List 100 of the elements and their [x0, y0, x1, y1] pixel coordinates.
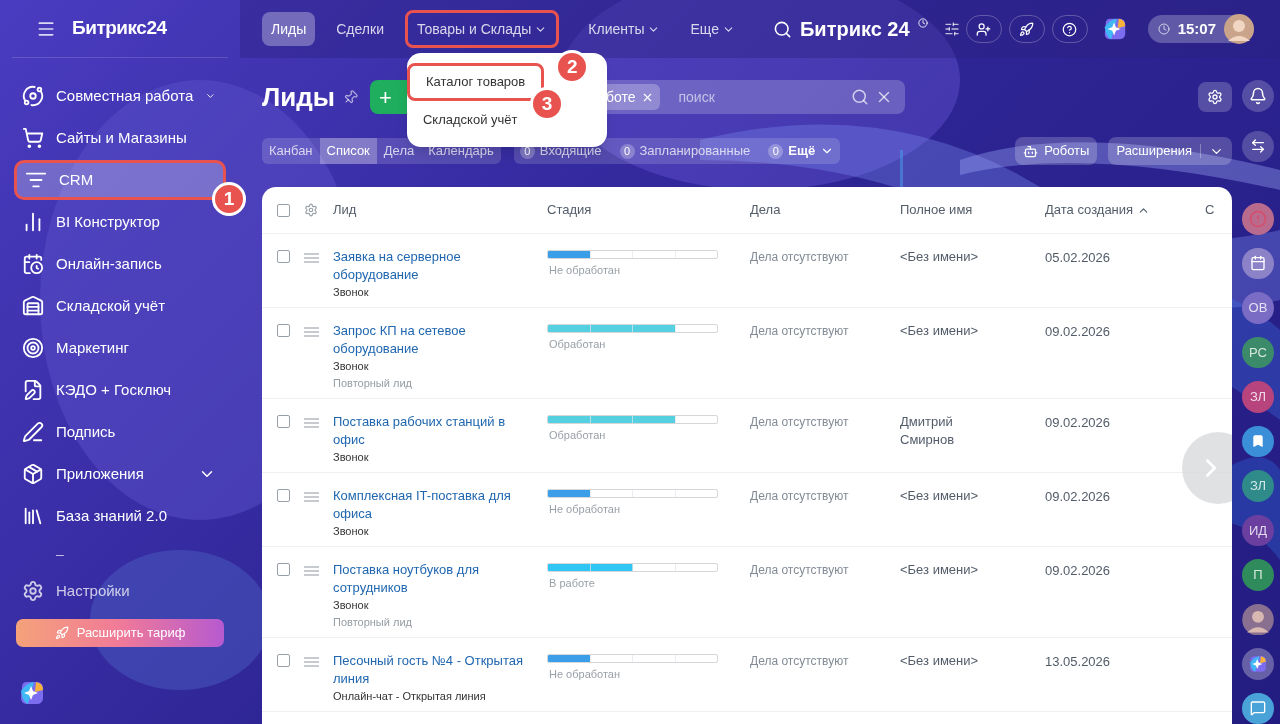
calendar-icon	[22, 253, 44, 275]
messages-button[interactable]	[1242, 692, 1274, 724]
checkbox[interactable]	[277, 324, 290, 337]
copilot-button[interactable]	[1242, 648, 1274, 680]
column-header[interactable]: Стадия	[547, 200, 750, 220]
logo[interactable]: Битрикс24	[72, 14, 167, 43]
drag-handle-icon[interactable]	[304, 418, 319, 428]
column-header[interactable]: Лид	[333, 200, 547, 220]
drag-handle-icon[interactable]	[304, 657, 319, 667]
sidebar-item[interactable]: CRM	[14, 160, 226, 200]
stage-bar[interactable]	[547, 415, 718, 424]
sparkle-logo-icon[interactable]	[18, 679, 46, 707]
view-tab[interactable]: Дела	[376, 138, 422, 164]
settings-button[interactable]	[1198, 82, 1232, 112]
nav-tab[interactable]: Товары и Склады	[404, 10, 560, 48]
stage-label: Обработан	[549, 428, 607, 443]
alert-button[interactable]	[1242, 203, 1274, 235]
sparkle-logo-icon[interactable]	[1248, 653, 1268, 674]
lead-title-link[interactable]: Поставка рабочих станций в офис	[333, 413, 539, 449]
nav-tab[interactable]: Еще	[681, 12, 744, 46]
settings-icon	[1207, 89, 1223, 105]
lead-title-link[interactable]: Заявка на серверное оборудование	[333, 248, 539, 284]
sidebar-item[interactable]: База знаний 2.0	[14, 496, 226, 536]
bookmark-button[interactable]	[1242, 425, 1274, 457]
checkbox[interactable]	[277, 563, 290, 576]
view-tab[interactable]: Список	[319, 138, 377, 164]
chat-avatar[interactable]: РС	[1242, 336, 1274, 368]
checkbox[interactable]	[277, 415, 290, 428]
chat-avatar[interactable]: П	[1242, 559, 1274, 591]
lead-title-link[interactable]: Поставка ноутбуков для сотрудников	[333, 561, 539, 597]
table-cell-text: <Без имени>	[900, 561, 980, 579]
stage-bar[interactable]	[547, 489, 718, 498]
counter-filter[interactable]: 0 Ещё	[768, 141, 835, 161]
chat-avatar[interactable]: ЗЛ	[1242, 470, 1274, 502]
nav-tab[interactable]: Сделки	[327, 12, 393, 46]
checkbox[interactable]	[277, 250, 290, 263]
lead-title-link[interactable]: Комплексная IT-поставка для офиса	[333, 487, 539, 523]
checkbox[interactable]	[277, 203, 290, 217]
cart-icon	[22, 127, 44, 149]
sidebar-item[interactable]: Сайты и Магазины	[14, 118, 226, 158]
checkbox[interactable]	[277, 489, 290, 502]
table-cell-text: 09.02.2026	[1045, 562, 1112, 580]
calendar-button[interactable]	[1242, 247, 1274, 279]
view-tab[interactable]: Календарь	[421, 138, 501, 164]
bell-icon	[1249, 86, 1267, 105]
pen-icon	[22, 421, 44, 443]
sidebar-item[interactable]: Онлайн-запись	[14, 244, 226, 284]
upgrade-button[interactable]: Расширить тариф	[16, 619, 224, 647]
more-dash[interactable]: –	[56, 544, 240, 565]
search-icon[interactable]	[772, 19, 792, 39]
drag-handle-icon[interactable]	[304, 492, 319, 502]
table-cell-text: Дела отсутствуют	[750, 562, 850, 579]
stage-bar[interactable]	[547, 250, 718, 259]
stage-label: Не обработан	[549, 502, 622, 517]
nav-tab[interactable]: Лиды	[262, 12, 316, 46]
column-header[interactable]: Полное имя	[900, 200, 1045, 220]
table-cell-text: Дела отсутствуют	[750, 249, 850, 266]
column-header[interactable]: С	[1205, 200, 1232, 220]
gear-icon[interactable]	[304, 203, 318, 217]
table-cell-text: 09.02.2026	[1045, 414, 1112, 432]
column-header[interactable]: Дата создания	[1045, 200, 1205, 220]
checkbox[interactable]	[277, 654, 290, 667]
stage-bar[interactable]	[547, 563, 718, 572]
time-chip[interactable]: 15:07	[1147, 15, 1254, 43]
sliders-icon[interactable]	[943, 21, 960, 37]
view-tab[interactable]: Канбан	[262, 138, 320, 164]
stage-bar[interactable]	[547, 324, 718, 333]
chat-avatar[interactable]: ЗЛ	[1242, 381, 1274, 413]
avatar[interactable]	[1242, 603, 1274, 635]
robot-icon	[1023, 143, 1039, 159]
sidebar-item[interactable]: Приложения	[14, 454, 226, 494]
drag-handle-icon[interactable]	[304, 566, 319, 576]
avatar[interactable]	[1224, 14, 1254, 44]
column-header[interactable]: Дела	[750, 200, 900, 220]
logo[interactable]: Битрикс 24	[799, 14, 910, 44]
sidebar-item[interactable]: Маркетинг	[14, 328, 226, 368]
lead-title-link[interactable]: Песочный гость №4 - Открытая линия	[333, 652, 539, 688]
lead-source: Звонок	[333, 450, 370, 465]
drag-handle-icon[interactable]	[304, 253, 319, 263]
counter-filter[interactable]: 0 Входящие	[519, 141, 602, 161]
robots-button[interactable]: Роботы	[1015, 137, 1098, 165]
chat-avatar[interactable]: ОВ	[1242, 292, 1274, 324]
sidebar-item[interactable]: Совместная работа	[14, 76, 226, 116]
sidebar-item[interactable]: КЭДО + Госключ	[14, 370, 226, 410]
stage-bar[interactable]	[547, 654, 718, 663]
warehouse-icon	[22, 295, 44, 317]
notifications-button[interactable]	[1242, 80, 1274, 112]
sidebar-item[interactable]: Подпись	[14, 412, 226, 452]
exchange-icon	[1250, 138, 1266, 155]
counter-filter[interactable]: 0 Запланированные	[619, 141, 751, 161]
alert-icon	[1249, 209, 1267, 228]
drag-handle-icon[interactable]	[304, 327, 319, 337]
lead-title-link[interactable]: Запрос КП на сетевое оборудование	[333, 322, 539, 358]
table-cell-text: <Без имени>	[900, 248, 980, 266]
sidebar-item[interactable]: Складской учёт	[14, 286, 226, 326]
chat-avatar[interactable]: ИД	[1242, 514, 1274, 546]
settings-item[interactable]: Настройки	[22, 575, 240, 607]
chat-button[interactable]	[1242, 130, 1274, 162]
extensions-button[interactable]: Расширения	[1108, 137, 1232, 165]
nav-tab[interactable]: Клиенты	[579, 12, 670, 46]
